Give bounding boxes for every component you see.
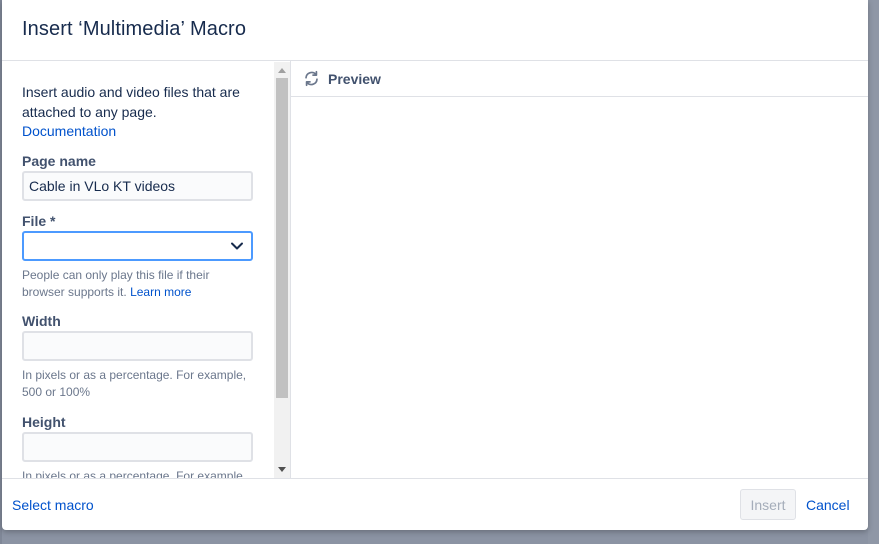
height-help-text: In pixels or as a percentage. For exampl… bbox=[22, 469, 247, 478]
page-name-input[interactable] bbox=[22, 171, 253, 201]
insert-button[interactable]: Insert bbox=[740, 489, 796, 520]
macro-dialog: Insert ‘Multimedia’ Macro Insert audio a… bbox=[2, 0, 868, 530]
modal-backdrop-right bbox=[868, 0, 879, 544]
dialog-footer: Select macro Insert Cancel bbox=[2, 478, 868, 530]
refresh-icon[interactable] bbox=[303, 70, 320, 87]
intro-text: Insert audio and video files that are at… bbox=[22, 84, 240, 120]
chevron-down-icon bbox=[231, 242, 243, 250]
file-label: File * bbox=[22, 213, 56, 229]
preview-header: Preview bbox=[291, 61, 868, 97]
height-input[interactable] bbox=[22, 432, 253, 462]
select-macro-link[interactable]: Select macro bbox=[12, 497, 94, 513]
form-scrollbar[interactable] bbox=[274, 62, 290, 478]
scrollbar-thumb[interactable] bbox=[276, 78, 288, 398]
scroll-up-arrow-icon[interactable] bbox=[278, 68, 286, 73]
page-name-label: Page name bbox=[22, 153, 96, 169]
file-help-text: People can only play this file if their … bbox=[22, 267, 254, 301]
learn-more-link[interactable]: Learn more bbox=[130, 285, 191, 299]
dialog-header: Insert ‘Multimedia’ Macro bbox=[2, 0, 868, 61]
cancel-button[interactable]: Cancel bbox=[806, 497, 850, 513]
height-label: Height bbox=[22, 414, 66, 430]
documentation-link[interactable]: Documentation bbox=[22, 122, 116, 140]
width-input[interactable] bbox=[22, 331, 253, 361]
file-select[interactable] bbox=[22, 231, 253, 261]
dialog-title: Insert ‘Multimedia’ Macro bbox=[22, 18, 247, 40]
width-label: Width bbox=[22, 313, 61, 329]
macro-form-panel: Insert audio and video files that are at… bbox=[2, 62, 290, 478]
scroll-down-arrow-icon[interactable] bbox=[278, 467, 286, 472]
preview-panel: Preview bbox=[290, 61, 868, 478]
preview-label: Preview bbox=[328, 71, 381, 87]
width-help-text: In pixels or as a percentage. For exampl… bbox=[22, 368, 247, 399]
